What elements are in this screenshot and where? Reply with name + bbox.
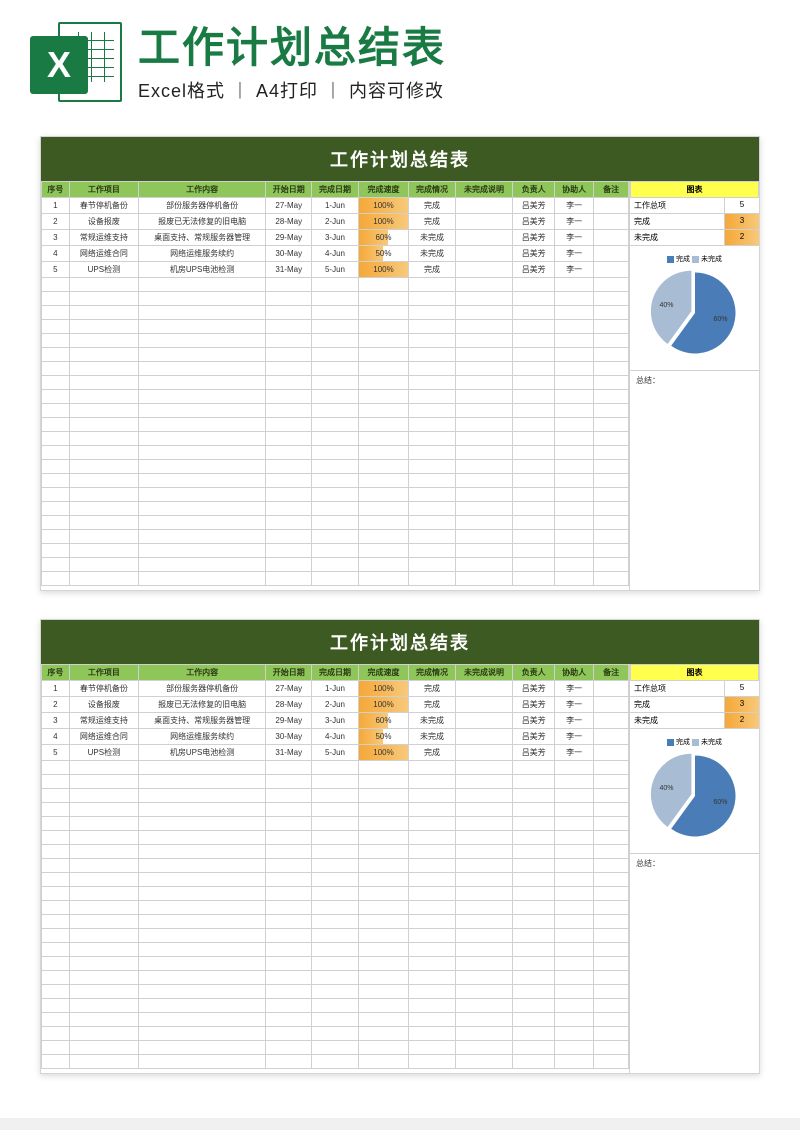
sheet-title: 工作计划总结表 [41, 620, 759, 664]
column-header: 开始日期 [266, 665, 312, 681]
pie-chart: 完成 未完成60%40% [630, 729, 759, 854]
table-row: 2设备报废报废已无法修复的旧电脑28-May2-Jun100%完成吕美芳李一 [42, 697, 629, 713]
column-header: 完成日期 [312, 182, 358, 198]
column-header: 序号 [42, 182, 70, 198]
summary-box: 总结： [630, 854, 759, 1073]
table-row: 5UPS检测机房UPS电池检测31-May5-Jun100%完成吕美芳李一 [42, 262, 629, 278]
side-panel: 图表工作总项5完成3未完成2完成 未完成60%40%总结： [629, 181, 759, 590]
paper-area: 熊猫办公 熊猫办公 熊猫办公 熊猫办公 工作计划总结表序号工作项目工作内容开始日… [0, 118, 800, 1118]
column-header: 开始日期 [266, 182, 312, 198]
column-header: 序号 [42, 665, 70, 681]
side-panel: 图表工作总项5完成3未完成2完成 未完成60%40%总结： [629, 664, 759, 1073]
table-row: 3常规运维支持桌面支持、常规服务器管理29-May3-Jun60%未完成吕美芳李… [42, 230, 629, 246]
table-row: 5UPS检测机房UPS电池检测31-May5-Jun100%完成吕美芳李一 [42, 745, 629, 761]
column-header: 负责人 [513, 665, 555, 681]
stats-row: 工作总项5 [630, 681, 759, 697]
column-header: 工作项目 [69, 665, 138, 681]
column-header: 完成速度 [358, 182, 409, 198]
data-table: 序号工作项目工作内容开始日期完成日期完成速度完成情况未完成说明负责人协助人备注1… [41, 664, 629, 1069]
stats-header: 图表 [630, 664, 759, 681]
column-header: 未完成说明 [455, 182, 513, 198]
stats-row: 完成3 [630, 697, 759, 713]
table-row: 1春节停机备份部份服务器停机备份27-May1-Jun100%完成吕美芳李一 [42, 681, 629, 697]
column-header: 完成情况 [409, 182, 455, 198]
main-title: 工作计划总结表 [138, 25, 770, 71]
stats-header: 图表 [630, 181, 759, 198]
stats-row: 未完成2 [630, 713, 759, 729]
column-header: 备注 [594, 182, 629, 198]
column-header: 工作项目 [69, 182, 138, 198]
column-header: 工作内容 [139, 182, 266, 198]
table-row: 2设备报废报废已无法修复的旧电脑28-May2-Jun100%完成吕美芳李一 [42, 214, 629, 230]
data-table: 序号工作项目工作内容开始日期完成日期完成速度完成情况未完成说明负责人协助人备注1… [41, 181, 629, 586]
pie-chart: 完成 未完成60%40% [630, 246, 759, 371]
column-header: 完成情况 [409, 665, 455, 681]
column-header: 协助人 [554, 665, 593, 681]
table-row: 1春节停机备份部份服务器停机备份27-May1-Jun100%完成吕美芳李一 [42, 198, 629, 214]
column-header: 完成日期 [312, 665, 358, 681]
column-header: 未完成说明 [455, 665, 513, 681]
summary-box: 总结： [630, 371, 759, 590]
sheet-preview-2: 工作计划总结表序号工作项目工作内容开始日期完成日期完成速度完成情况未完成说明负责… [40, 619, 760, 1074]
page-header: X 工作计划总结表 Excel格式丨A4打印丨内容可修改 [0, 0, 800, 118]
table-row: 3常规运维支持桌面支持、常规服务器管理29-May3-Jun60%未完成吕美芳李… [42, 713, 629, 729]
sheet-preview-1: 工作计划总结表序号工作项目工作内容开始日期完成日期完成速度完成情况未完成说明负责… [40, 136, 760, 591]
column-header: 负责人 [513, 182, 555, 198]
stats-row: 完成3 [630, 214, 759, 230]
column-header: 备注 [594, 665, 629, 681]
stats-row: 工作总项5 [630, 198, 759, 214]
stats-row: 未完成2 [630, 230, 759, 246]
excel-icon: X [30, 18, 122, 110]
subtitle: Excel格式丨A4打印丨内容可修改 [138, 77, 770, 103]
table-row: 4网络运维合同网络运维服务续约30-May4-Jun50%未完成吕美芳李一 [42, 729, 629, 745]
column-header: 协助人 [554, 182, 593, 198]
sheet-title: 工作计划总结表 [41, 137, 759, 181]
column-header: 完成速度 [358, 665, 409, 681]
column-header: 工作内容 [139, 665, 266, 681]
table-row: 4网络运维合同网络运维服务续约30-May4-Jun50%未完成吕美芳李一 [42, 246, 629, 262]
